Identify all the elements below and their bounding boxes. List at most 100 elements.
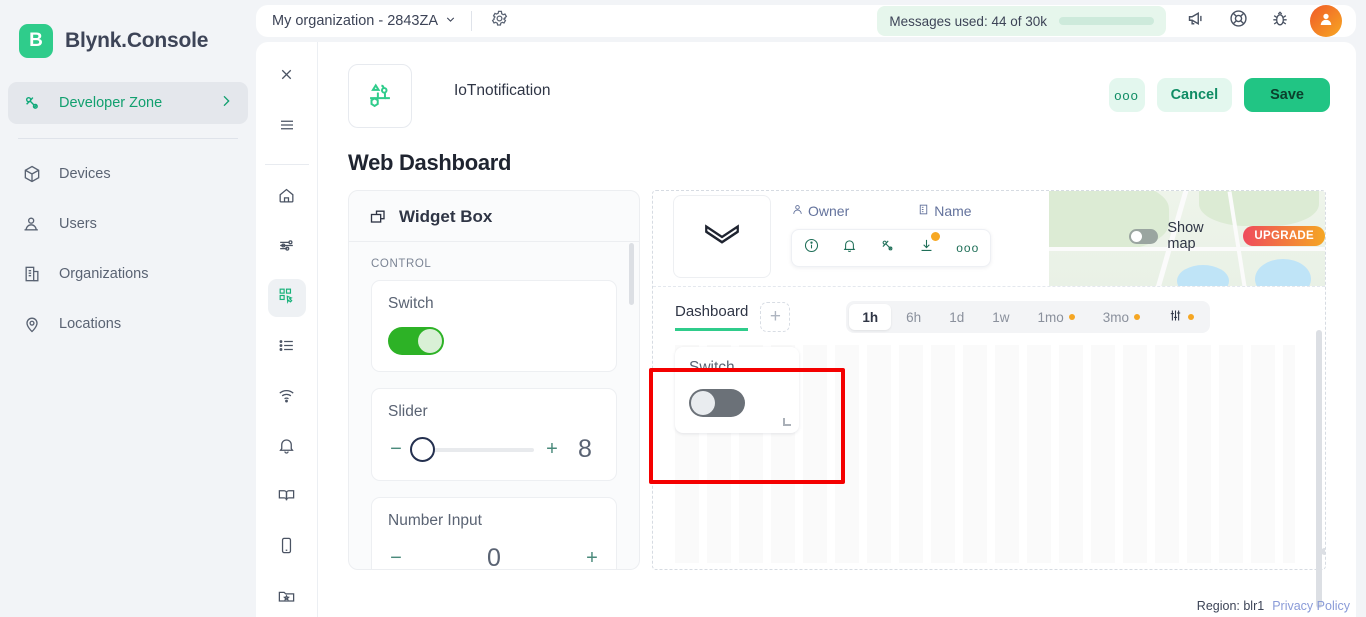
resize-handle[interactable] xyxy=(783,418,791,426)
sidebar-item-users[interactable]: Users xyxy=(8,199,248,249)
rail-item-automations[interactable] xyxy=(268,579,306,617)
sidebar-divider xyxy=(18,138,238,139)
topbar-right: Messages used: 44 of 30k xyxy=(877,5,1342,37)
time-range-selector: 1h 6h 1d 1w 1mo 3mo xyxy=(846,301,1211,333)
number-decrement-button[interactable]: − xyxy=(388,547,404,569)
avatar[interactable] xyxy=(1310,5,1342,37)
rail-item-events[interactable] xyxy=(268,429,306,467)
more-options-button[interactable]: ooo xyxy=(1108,78,1145,112)
rail-item-connection[interactable] xyxy=(268,379,306,417)
placed-switch-toggle-off[interactable] xyxy=(689,389,745,417)
settings-button[interactable] xyxy=(486,8,512,34)
range-custom-filter[interactable] xyxy=(1155,304,1207,330)
range-1h[interactable]: 1h xyxy=(849,304,892,330)
announcements-button[interactable] xyxy=(1184,9,1208,33)
upgrade-badge[interactable]: UPGRADE xyxy=(1243,226,1325,246)
slider-increment-button[interactable]: + xyxy=(544,438,560,461)
sidebar-item-organizations[interactable]: Organizations xyxy=(8,249,248,299)
rail-item-datastreams[interactable] xyxy=(268,229,306,267)
sidebar-primary-nav: Developer Zone xyxy=(0,64,256,124)
users-icon xyxy=(22,214,42,234)
sidebar-item-devices[interactable]: Devices xyxy=(8,149,248,199)
cancel-button[interactable]: Cancel xyxy=(1156,78,1233,112)
brand: B Blynk.Console xyxy=(0,0,256,64)
brand-logo: B xyxy=(19,23,53,58)
header-actions: ooo Cancel Save xyxy=(1108,78,1330,112)
bell-icon[interactable] xyxy=(841,237,858,259)
chevron-right-icon xyxy=(218,93,234,113)
range-3mo[interactable]: 3mo xyxy=(1090,304,1153,330)
sidebar-nav: Devices Users Organizations Locations xyxy=(0,149,256,349)
sidebar-item-label: Users xyxy=(59,216,97,232)
widget-box-title: Widget Box xyxy=(399,207,493,226)
number-increment-button[interactable]: + xyxy=(584,547,600,569)
topbar-divider xyxy=(471,11,473,31)
developer-zone-icon xyxy=(22,93,42,113)
save-button[interactable]: Save xyxy=(1244,78,1330,112)
slider-decrement-button[interactable]: − xyxy=(388,438,404,461)
wifi-icon xyxy=(277,386,296,410)
device-info-strip: Owner Name ooo Show map UPGRADE xyxy=(653,191,1325,287)
widget-box-scrollbar[interactable] xyxy=(629,243,634,305)
widget-item-number-input[interactable]: Number Input − 0 + xyxy=(371,497,617,569)
tab-dashboard[interactable]: Dashboard xyxy=(675,303,749,331)
slider-track[interactable] xyxy=(410,436,534,462)
widget-grid: Switch xyxy=(653,345,1325,563)
device-meta-row: Owner Name xyxy=(791,203,1049,219)
more-icon[interactable]: ooo xyxy=(956,241,979,255)
widget-box-icon xyxy=(369,207,389,227)
messages-usage-label: Messages used: 44 of 30k xyxy=(889,13,1047,29)
switch-toggle-on[interactable] xyxy=(388,327,444,355)
range-6h[interactable]: 6h xyxy=(893,304,934,330)
sidebar-item-locations[interactable]: Locations xyxy=(8,299,248,349)
range-1d[interactable]: 1d xyxy=(936,304,977,330)
panels: Widget Box CONTROL Switch Slider − + 8 N… xyxy=(348,190,1356,570)
widget-box-list: Switch Slider − + 8 Number Input − 0 + xyxy=(349,280,639,569)
range-1mo[interactable]: 1mo xyxy=(1024,304,1087,330)
map-widget[interactable]: Show map UPGRADE xyxy=(1049,191,1325,286)
list-icon xyxy=(277,336,296,360)
region-label: Region: blr1 xyxy=(1196,599,1265,613)
slider-knob[interactable] xyxy=(410,436,435,462)
organization-selector[interactable]: My organization - 2843ZA xyxy=(272,13,457,30)
close-panel-button[interactable] xyxy=(268,58,306,96)
widget-box-section-label: CONTROL xyxy=(371,258,432,270)
privacy-policy-link[interactable]: Privacy Policy xyxy=(1272,599,1350,613)
sidebar-item-label: Devices xyxy=(59,166,111,182)
bell-icon xyxy=(277,436,296,460)
rail-item-mobile[interactable] xyxy=(268,529,306,567)
folder-star-icon xyxy=(277,586,296,610)
brand-name: Blynk.Console xyxy=(65,28,209,52)
rail-item-home[interactable] xyxy=(268,179,306,217)
device-owner-label: Owner xyxy=(808,203,850,219)
dashboard-icon xyxy=(277,286,296,310)
menu-icon xyxy=(278,116,296,139)
rail-item-web-dashboard[interactable] xyxy=(267,279,306,317)
sidebar-item-developer-zone[interactable]: Developer Zone xyxy=(8,82,248,124)
sidebar-item-label: Organizations xyxy=(59,266,149,282)
developer-icon[interactable] xyxy=(879,237,896,259)
rail-item-docs[interactable] xyxy=(268,479,306,517)
device-toolbar: ooo xyxy=(791,229,991,267)
pin-icon xyxy=(22,314,42,334)
slider-value: 8 xyxy=(578,435,592,463)
show-map-toggle[interactable] xyxy=(1129,228,1159,244)
widget-item-label: Number Input xyxy=(388,512,482,529)
app-root: B Blynk.Console Developer Zone Devices U… xyxy=(0,0,1366,617)
number-input-row: − 0 + xyxy=(388,544,600,569)
menu-button[interactable] xyxy=(268,108,306,146)
dashboard-vertical-scrollbar[interactable] xyxy=(1316,330,1322,608)
info-icon[interactable] xyxy=(803,237,820,259)
page-title: Web Dashboard xyxy=(348,150,512,175)
widget-item-switch[interactable]: Switch xyxy=(371,280,617,372)
rail-item-metadata[interactable] xyxy=(268,329,306,367)
slider-row: − + 8 xyxy=(388,435,600,464)
download-icon[interactable] xyxy=(918,232,940,259)
range-1w[interactable]: 1w xyxy=(979,304,1022,330)
sliders-icon xyxy=(277,236,296,260)
add-tab-button[interactable]: + xyxy=(760,302,791,332)
report-bug-button[interactable] xyxy=(1268,9,1292,33)
placed-widget-switch[interactable]: Switch xyxy=(675,347,799,433)
help-button[interactable] xyxy=(1226,9,1250,33)
widget-item-slider[interactable]: Slider − + 8 xyxy=(371,388,617,481)
